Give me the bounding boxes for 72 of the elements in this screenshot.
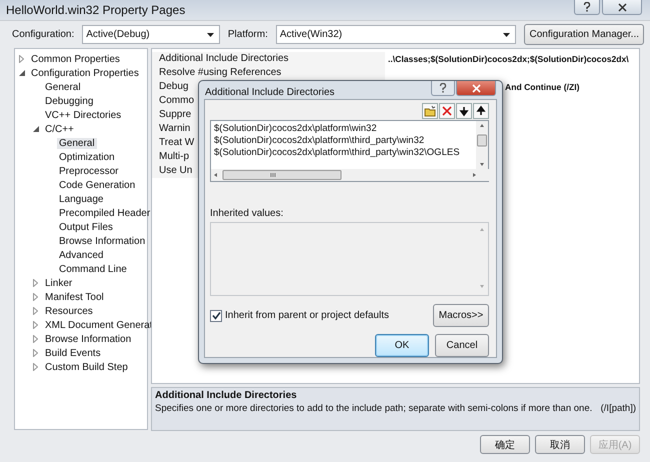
close-button[interactable] (456, 81, 496, 96)
tree-item[interactable]: General (43, 82, 83, 92)
tree-item[interactable]: Configuration Properties (29, 68, 141, 78)
vertical-scrollbar (476, 121, 488, 169)
property-name[interactable]: Multi-p (159, 151, 190, 162)
tree-item[interactable]: Command Line (57, 264, 129, 274)
configuration-manager-button[interactable]: Configuration Manager... (524, 24, 644, 45)
property-name[interactable]: Treat W (159, 137, 194, 148)
tree-item[interactable]: General (57, 138, 97, 148)
ok-button[interactable]: 确定 (480, 435, 530, 454)
platform-label: Platform: (228, 29, 268, 40)
help-icon (583, 2, 591, 12)
tree-item[interactable]: Optimization (57, 152, 117, 162)
tree-item[interactable]: C/C++ (43, 124, 76, 134)
list-entry[interactable]: $(SolutionDir)cocos2dx\platform\third_party\win32\OGLES (214, 147, 475, 159)
cancel-button[interactable]: Cancel (435, 334, 489, 357)
move-up-button[interactable] (473, 103, 489, 119)
switch-text: (/I[path]) (600, 403, 636, 414)
tree-item[interactable]: Browse Information (57, 236, 148, 246)
tree-item[interactable]: Output Files (57, 222, 115, 232)
tree-item[interactable]: Common Properties (29, 54, 122, 64)
property-name[interactable]: Debug (159, 81, 188, 92)
description-text: Specifies one or more directories to add to the include path; separate with semi-colons if more than one. (155, 403, 592, 414)
delete-icon (441, 105, 453, 117)
ok-button[interactable]: OK (375, 334, 429, 357)
tree-item[interactable]: Manifest Tool (43, 292, 106, 302)
platform-dropdown[interactable]: Active(Win32) (276, 25, 516, 44)
inherit-checkbox[interactable] (210, 310, 222, 322)
tree-item[interactable]: Browse Information (43, 334, 134, 344)
cancel-button[interactable]: 取消 (535, 435, 585, 454)
tree-item[interactable]: Advanced (57, 250, 106, 260)
help-button[interactable] (574, 0, 600, 15)
property-name[interactable]: Commo (159, 95, 194, 106)
window-title: HelloWorld.win32 Property Pages (6, 3, 186, 17)
help-icon (439, 83, 447, 93)
delete-button[interactable] (439, 103, 455, 119)
dialog-title: Additional Include Directories (205, 87, 335, 98)
tree-item[interactable]: VC++ Directories (43, 110, 124, 120)
down-arrow-icon (458, 105, 470, 117)
configuration-dropdown[interactable]: Active(Debug) (82, 25, 220, 44)
close-button[interactable] (602, 0, 642, 15)
macros-button[interactable]: Macros>> (433, 304, 489, 327)
close-icon (472, 84, 480, 92)
checkbox-label: Inherit from parent or project defaults (225, 310, 389, 321)
tree-item[interactable]: Debugging (43, 96, 96, 106)
property-name[interactable]: Warnin (159, 123, 190, 134)
property-value[interactable]: And Continue (/ZI) (505, 82, 580, 92)
property-name[interactable]: Use Un (159, 165, 192, 176)
tree-item[interactable]: Precompiled Header (57, 208, 152, 218)
tree-item[interactable]: Custom Build Step (43, 362, 130, 372)
configuration-label: Configuration: (12, 29, 74, 40)
folder-icon (424, 105, 436, 117)
inherited-values-label: Inherited values: (210, 208, 284, 219)
list-entry[interactable]: $(SolutionDir)cocos2dx\platform\win32 (214, 123, 475, 135)
property-value[interactable]: ..\Classes;$(SolutionDir)cocos2dx;$(SolutionDir)cocos2dx\ (388, 54, 629, 64)
close-icon (618, 2, 626, 12)
tree-item[interactable]: Linker (43, 278, 74, 288)
tree-item[interactable]: Resources (43, 306, 95, 316)
tree-item[interactable]: Code Generation (57, 180, 138, 190)
checkmark-icon (212, 311, 220, 320)
dropdown-arrow-icon (503, 32, 510, 36)
list-entry[interactable]: $(SolutionDir)cocos2dx\platform\third_party\win32 (214, 135, 475, 147)
up-arrow-icon (475, 105, 487, 117)
description-title: Additional Include Directories (155, 390, 298, 401)
tree-item[interactable]: Build Events (43, 348, 103, 358)
help-button[interactable] (431, 81, 455, 96)
dropdown-arrow-icon (206, 32, 214, 36)
move-down-button[interactable] (456, 103, 472, 119)
property-name[interactable]: Suppre (159, 109, 192, 120)
tree-item[interactable]: Preprocessor (57, 166, 120, 176)
tree-item[interactable]: Language (57, 194, 106, 204)
new-folder-button[interactable] (422, 103, 438, 119)
